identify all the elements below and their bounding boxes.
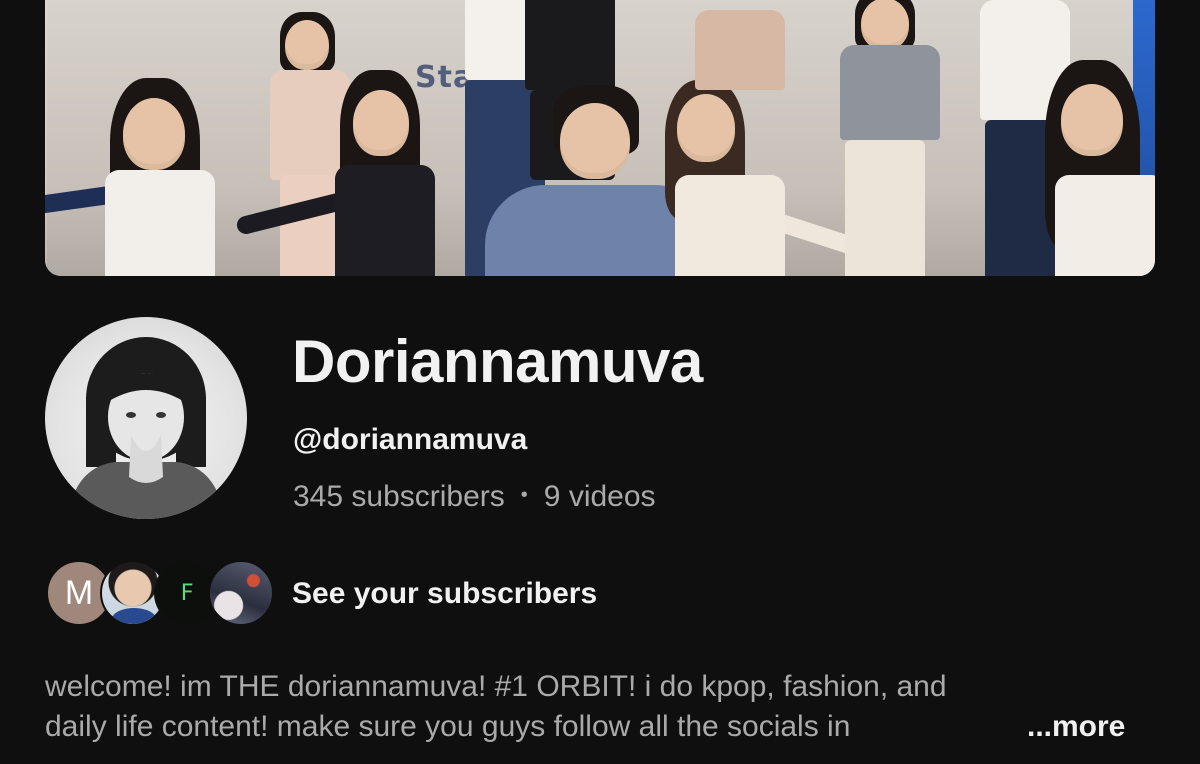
- description-line: welcome! im THE doriannamuva! #1 ORBIT! …: [45, 670, 947, 703]
- see-subscribers-row[interactable]: M F See your subscribers: [46, 560, 597, 628]
- banner-dancer: [805, 0, 985, 276]
- channel-banner: Starry Cre: [45, 0, 1155, 276]
- subscriber-avatars: M F: [46, 560, 274, 628]
- video-count: 9 videos: [543, 480, 656, 513]
- more-button[interactable]: ...more: [1027, 707, 1125, 747]
- banner-dancer: [665, 0, 815, 276]
- channel-description[interactable]: welcome! im THE doriannamuva! #1 ORBIT! …: [45, 667, 1155, 747]
- see-subscribers-link[interactable]: See your subscribers: [292, 577, 597, 611]
- subscriber-count: 345 subscribers: [293, 480, 505, 513]
- description-line: daily life content! make sure you guys f…: [45, 710, 851, 743]
- subscriber-avatar: [208, 560, 274, 626]
- avatar-portrait-icon: [67, 337, 225, 519]
- channel-handle: @doriannamuva: [293, 423, 528, 456]
- banner-dancer: [1015, 60, 1155, 276]
- stats-separator: •: [520, 483, 528, 506]
- channel-avatar[interactable]: [45, 317, 247, 519]
- channel-stats: 345 subscribers • 9 videos: [293, 480, 656, 514]
- channel-name: Doriannamuva: [292, 328, 703, 395]
